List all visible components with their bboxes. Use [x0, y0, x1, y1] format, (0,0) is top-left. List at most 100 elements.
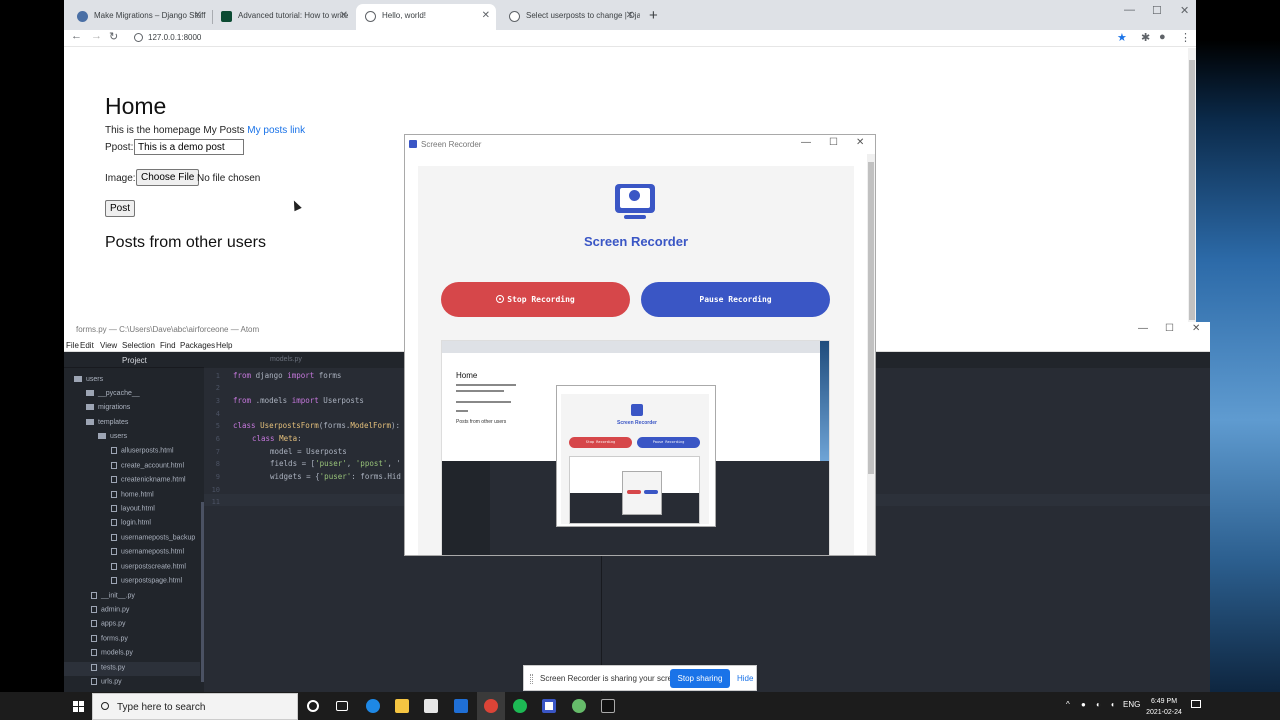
edge-icon[interactable]	[366, 699, 380, 713]
page-scrollbar[interactable]	[1188, 48, 1196, 322]
tab-make-migrations[interactable]: Make Migrations – Django Stuff ✕	[68, 4, 208, 30]
tree-item[interactable]: users	[74, 376, 103, 383]
close-tab-icon[interactable]: ✕	[482, 10, 490, 21]
notifications-icon[interactable]	[1191, 700, 1201, 708]
intro-text: This is the homepage My Posts	[105, 125, 245, 136]
taskbar: Type here to search ^ ● ◐ ◖ ENG 6:49 PM …	[0, 692, 1280, 720]
stop-recording-button[interactable]: Stop Recording	[441, 282, 630, 317]
tree-item[interactable]: models.py	[91, 649, 133, 656]
globe-icon	[509, 11, 520, 22]
tree-item[interactable]: __init__.py	[91, 592, 135, 599]
windows-start-icon[interactable]	[73, 701, 84, 712]
menu-help[interactable]: Help	[216, 341, 232, 350]
microphone-icon[interactable]: ●	[1081, 700, 1086, 709]
close-tab-icon[interactable]: ✕	[340, 10, 348, 21]
line-number: 6	[215, 435, 220, 443]
tab-hello-world[interactable]: Hello, world! ✕	[356, 4, 496, 30]
mail-icon[interactable]	[454, 699, 468, 713]
tree-item[interactable]: __pycache__	[86, 390, 140, 397]
address-bar[interactable]: 127.0.0.1:8000	[130, 31, 1175, 45]
site-info-icon[interactable]	[134, 33, 143, 42]
taskbar-search[interactable]: Type here to search	[92, 693, 298, 720]
tab-select-userposts[interactable]: Select userposts to change | Dja ✕	[500, 4, 640, 30]
task-view-icon[interactable]	[336, 701, 348, 711]
stop-sharing-button[interactable]: Stop sharing	[670, 669, 730, 688]
project-tab[interactable]: Project	[64, 352, 204, 368]
profile-avatar-icon[interactable]: ●	[1159, 31, 1166, 43]
recorder-scrollbar[interactable]	[867, 154, 875, 555]
back-arrow-icon[interactable]: ←	[71, 30, 82, 42]
file-explorer-icon[interactable]	[395, 699, 409, 713]
tree-item[interactable]: alluserposts.html	[111, 447, 174, 454]
my-posts-link[interactable]: My posts link	[247, 125, 305, 136]
editor-tab[interactable]: models.py	[270, 356, 302, 363]
volume-icon[interactable]: ◖	[1110, 700, 1115, 709]
spotify-icon[interactable]	[513, 699, 527, 713]
tab-advanced-tutorial[interactable]: Advanced tutorial: How to write ✕	[212, 4, 354, 30]
tree-item[interactable]: tests.py	[91, 664, 125, 671]
terminal-icon[interactable]	[601, 699, 615, 713]
store-icon[interactable]	[424, 699, 438, 713]
maximize-icon[interactable]: ☐	[1152, 4, 1162, 17]
tree-item[interactable]: usernameposts.html	[111, 548, 184, 555]
pause-recording-button[interactable]: Pause Recording	[641, 282, 830, 317]
new-tab-button[interactable]: +	[649, 7, 658, 24]
screen-recorder-icon[interactable]	[542, 699, 556, 713]
menu-kebab-icon[interactable]: ⋮	[1180, 31, 1191, 44]
reload-icon[interactable]: ↻	[109, 30, 118, 43]
tree-item[interactable]: userpostspage.html	[111, 577, 182, 584]
tray-chevron-icon[interactable]: ^	[1066, 700, 1070, 709]
scrollbar-thumb[interactable]	[868, 162, 874, 474]
menu-selection[interactable]: Selection	[122, 341, 155, 350]
close-tab-icon[interactable]: ✕	[626, 10, 634, 21]
ppost-input[interactable]	[134, 139, 244, 155]
tree-item[interactable]: urls.py	[91, 678, 122, 685]
cortana-icon[interactable]	[307, 700, 319, 712]
choose-file-button[interactable]: Choose File	[136, 169, 200, 186]
tree-item[interactable]: users	[98, 433, 127, 440]
tree-item[interactable]: usernameposts_backup	[111, 534, 195, 541]
tree-item[interactable]: admin.py	[91, 606, 129, 613]
file-icon	[111, 447, 117, 454]
extensions-icon[interactable]: ✱	[1141, 31, 1150, 44]
tree-item[interactable]: migrations	[86, 404, 130, 411]
close-window-icon[interactable]: ✕	[1180, 4, 1189, 17]
close-window-icon[interactable]: ✕	[856, 137, 864, 148]
menu-view[interactable]: View	[100, 341, 117, 350]
atom-icon[interactable]	[572, 699, 586, 713]
close-tab-icon[interactable]: ✕	[194, 10, 202, 21]
tree-item[interactable]: apps.py	[91, 620, 126, 627]
search-placeholder: Type here to search	[117, 702, 206, 713]
url-text: 127.0.0.1:8000	[148, 33, 202, 42]
menu-edit[interactable]: Edit	[80, 341, 94, 350]
system-clock[interactable]: 6:49 PM 2021-02-24	[1142, 696, 1186, 718]
tree-item[interactable]: home.html	[111, 491, 154, 498]
menu-find[interactable]: Find	[160, 341, 176, 350]
tree-item[interactable]: userpostscreate.html	[111, 563, 186, 570]
forward-arrow-icon[interactable]: →	[91, 30, 102, 42]
minimize-icon[interactable]: —	[1138, 323, 1148, 334]
scrollbar-thumb[interactable]	[1189, 60, 1195, 320]
drag-handle-icon[interactable]	[530, 674, 533, 684]
menu-packages[interactable]: Packages	[180, 341, 215, 350]
bookmark-star-icon[interactable]: ★	[1117, 31, 1127, 44]
tree-item[interactable]: layout.html	[111, 505, 155, 512]
language-indicator[interactable]: ENG	[1123, 700, 1140, 709]
hide-link[interactable]: Hide	[737, 674, 753, 683]
maximize-icon[interactable]: ☐	[1165, 323, 1174, 334]
tree-item[interactable]: login.html	[111, 519, 151, 526]
maximize-icon[interactable]: ☐	[829, 137, 838, 148]
tree-item[interactable]: create_account.html	[111, 462, 184, 469]
minimize-icon[interactable]: —	[1124, 4, 1135, 16]
close-window-icon[interactable]: ✕	[1192, 323, 1200, 334]
network-icon[interactable]: ◐	[1096, 700, 1101, 709]
tree-item[interactable]: forms.py	[91, 635, 128, 642]
tab-strip: Make Migrations – Django Stuff ✕ Advance…	[64, 0, 1196, 30]
line-number: 7	[215, 448, 220, 456]
tree-item[interactable]: createnickname.html	[111, 476, 186, 483]
tree-item[interactable]: templates	[86, 419, 128, 426]
minimize-icon[interactable]: —	[801, 137, 811, 148]
chrome-icon[interactable]	[484, 699, 498, 713]
post-button[interactable]: Post	[105, 200, 136, 217]
menu-file[interactable]: File	[66, 341, 79, 350]
